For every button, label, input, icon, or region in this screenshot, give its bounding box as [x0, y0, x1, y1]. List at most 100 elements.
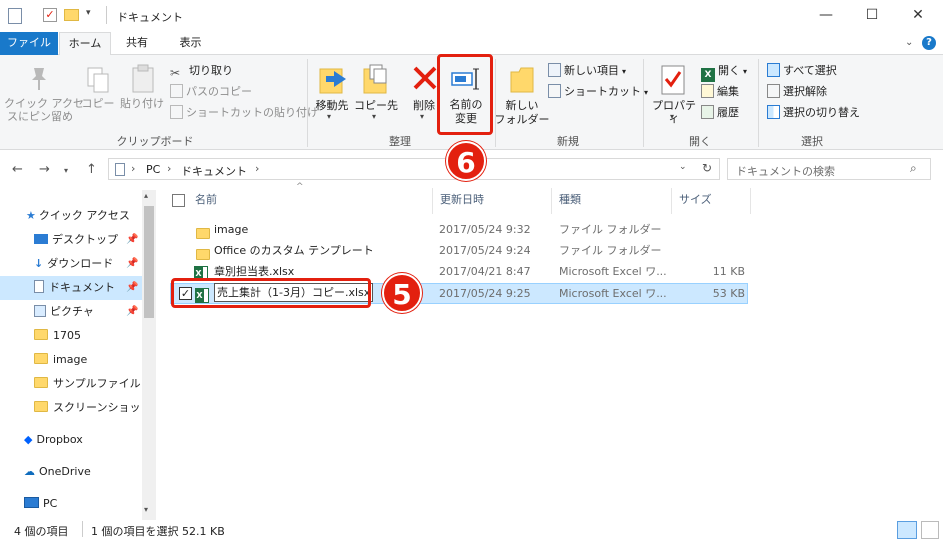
- new-folder-label-1: 新しい: [505, 99, 539, 112]
- folder-icon: [196, 228, 210, 239]
- maximize-button[interactable]: ☐: [849, 0, 895, 30]
- nav-folder-sample[interactable]: サンプルファイル: [0, 372, 144, 396]
- refresh-icon[interactable]: ↻: [702, 161, 712, 175]
- copy-to-button[interactable]: コピー先: [354, 99, 398, 112]
- paste-shortcut-button[interactable]: ショートカットの貼り付け: [170, 103, 318, 123]
- move-to-dropdown-icon[interactable]: ▾: [327, 112, 331, 121]
- address-dropdown-icon[interactable]: ⌄: [679, 162, 687, 172]
- folder-icon: [34, 329, 48, 340]
- nav-downloads[interactable]: ↓ ダウンロード 📌: [0, 252, 144, 276]
- select-all-button[interactable]: すべて選択: [767, 61, 837, 81]
- star-icon: ★: [26, 209, 36, 222]
- search-placeholder: ドキュメントの検索: [736, 165, 835, 178]
- tab-view[interactable]: 表示: [163, 32, 218, 55]
- column-divider[interactable]: [750, 188, 751, 214]
- nav-quick-access[interactable]: ★ クイック アクセス: [0, 204, 144, 228]
- history-icon: [701, 105, 714, 119]
- history-button[interactable]: 履歴: [701, 103, 739, 123]
- nav-folder-image[interactable]: image: [0, 348, 144, 372]
- address-bar[interactable]: › PC › ドキュメント › ⌄ ↻: [108, 158, 720, 180]
- new-item-button[interactable]: 新しい項目 ▾: [548, 61, 626, 81]
- nav-pc[interactable]: PC: [0, 492, 144, 516]
- new-folder-button[interactable]: フォルダー: [494, 113, 550, 126]
- select-all-label: すべて選択: [783, 64, 837, 77]
- cut-button[interactable]: ✂ 切り取り: [170, 61, 233, 81]
- tab-home[interactable]: ホーム: [59, 32, 111, 56]
- column-size-header[interactable]: サイズ: [679, 191, 712, 207]
- column-date-header[interactable]: 更新日時: [440, 191, 484, 207]
- edit-button[interactable]: 編集: [701, 82, 739, 102]
- details-view-icon[interactable]: [897, 521, 917, 539]
- back-arrow-icon[interactable]: ←: [12, 162, 23, 177]
- column-divider[interactable]: [671, 188, 672, 214]
- forward-arrow-icon[interactable]: →: [39, 162, 50, 177]
- minimize-button[interactable]: —: [803, 0, 849, 30]
- copy-path-button[interactable]: パスのコピー: [170, 82, 252, 102]
- column-divider[interactable]: [551, 188, 552, 214]
- close-button[interactable]: ✕: [895, 0, 941, 30]
- copy-button[interactable]: コピー: [80, 97, 116, 110]
- invert-selection-button[interactable]: 選択の切り替え: [767, 103, 860, 123]
- file-size: 11 KB: [712, 265, 745, 278]
- history-label: 履歴: [717, 106, 739, 119]
- column-divider[interactable]: [432, 188, 433, 214]
- properties-check-icon[interactable]: ✓: [43, 8, 57, 22]
- sort-ascending-icon: ^: [296, 182, 304, 192]
- column-name-header[interactable]: 名前: [195, 191, 217, 207]
- nav-documents[interactable]: ドキュメント 📌: [0, 276, 144, 300]
- file-row[interactable]: Office のカスタム テンプレート 2017/05/24 9:24 ファイル…: [170, 240, 748, 261]
- nav-label: ダウンロード: [47, 257, 114, 270]
- copy-to-icon: [362, 63, 392, 95]
- file-date: 2017/05/24 9:24: [439, 244, 531, 257]
- large-icons-view-icon[interactable]: [921, 521, 939, 539]
- nav-onedrive[interactable]: ☁ OneDrive: [0, 460, 144, 484]
- rename-button[interactable]: [437, 54, 493, 135]
- breadcrumb-chevron-icon: ›: [131, 162, 136, 175]
- pin-quick-access-button[interactable]: クイック アクセ スにピン留め: [4, 97, 84, 123]
- qa-dropdown-icon[interactable]: ▾: [86, 8, 91, 18]
- status-item-count: 4 個の項目: [14, 525, 69, 538]
- nav-pictures[interactable]: ピクチャ 📌: [0, 300, 144, 324]
- file-row[interactable]: image 2017/05/24 9:32 ファイル フォルダー: [170, 219, 748, 240]
- easy-access-button[interactable]: ショートカット ▾: [548, 82, 648, 102]
- scroll-up-icon[interactable]: ▴: [144, 191, 148, 200]
- open-label: 開く: [718, 64, 740, 77]
- file-name: image: [214, 223, 249, 236]
- open-button[interactable]: X 開く ▾: [701, 61, 747, 82]
- up-arrow-icon[interactable]: ↑: [86, 162, 97, 177]
- select-all-checkbox[interactable]: [172, 194, 185, 207]
- select-none-button[interactable]: 選択解除: [767, 82, 827, 102]
- breadcrumb-pc[interactable]: PC: [146, 163, 160, 176]
- dropbox-icon: ◆: [24, 433, 33, 446]
- scroll-down-icon[interactable]: ▾: [144, 505, 148, 514]
- file-date: 2017/05/24 9:32: [439, 223, 531, 236]
- nav-dropbox[interactable]: ◆ Dropbox: [0, 428, 144, 452]
- search-icon[interactable]: ⌕: [910, 161, 917, 176]
- ribbon-collapse-icon[interactable]: ⌄: [905, 37, 913, 48]
- properties-dropdown-icon[interactable]: ▾: [670, 112, 674, 121]
- new-folder-qa-icon[interactable]: [64, 9, 79, 21]
- file-type: ファイル フォルダー: [559, 223, 662, 236]
- nav-scrollbar-thumb[interactable]: [144, 206, 154, 318]
- paste-shortcut-label: ショートカットの貼り付け: [186, 106, 318, 119]
- cut-label: 切り取り: [189, 64, 233, 77]
- delete-dropdown-icon[interactable]: ▾: [420, 112, 424, 121]
- nav-folder-1705[interactable]: 1705: [0, 324, 144, 348]
- help-icon[interactable]: ?: [922, 36, 936, 50]
- pin-icon: 📌: [126, 234, 139, 245]
- move-to-button[interactable]: 移動先: [310, 99, 354, 112]
- desktop-icon: [34, 234, 48, 244]
- copy-to-dropdown-icon[interactable]: ▾: [372, 112, 376, 121]
- status-divider: [82, 521, 83, 537]
- file-type: Microsoft Excel ワ...: [559, 287, 667, 300]
- status-selection: 1 個の項目を選択 52.1 KB: [91, 525, 225, 538]
- search-input[interactable]: ドキュメントの検索 ⌕: [727, 158, 931, 180]
- recent-dropdown-icon[interactable]: ▾: [64, 166, 68, 175]
- column-type-header[interactable]: 種類: [559, 191, 581, 207]
- tab-file[interactable]: ファイル: [0, 32, 58, 55]
- breadcrumb-documents[interactable]: ドキュメント: [181, 163, 247, 179]
- nav-desktop[interactable]: デスクトップ 📌: [0, 228, 144, 252]
- paste-button[interactable]: 貼り付け: [118, 97, 166, 110]
- nav-folder-screenshots[interactable]: スクリーンショット: [0, 396, 151, 420]
- tab-share[interactable]: 共有: [111, 32, 163, 55]
